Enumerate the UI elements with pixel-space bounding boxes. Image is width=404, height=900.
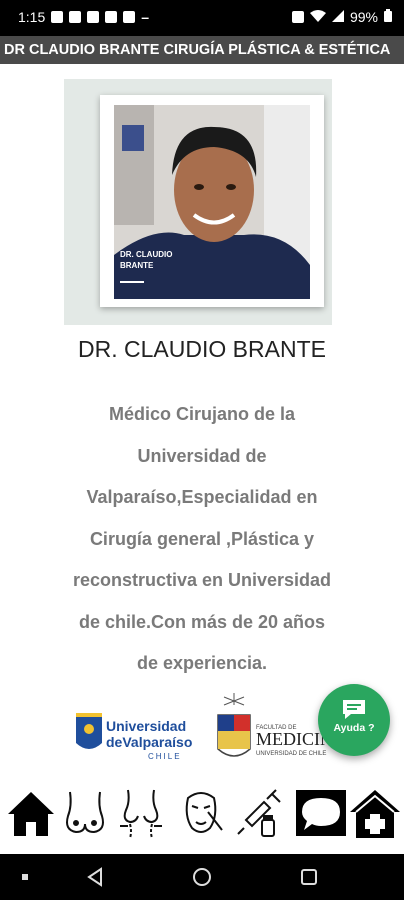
doctor-name: DR. CLAUDIO BRANTE: [78, 336, 326, 362]
breast-icon[interactable]: [58, 786, 112, 840]
med-logo-sub: UNIVERSIDAD DE CHILE: [256, 751, 326, 757]
home-nav-icon[interactable]: [192, 867, 212, 887]
face-icon[interactable]: [174, 786, 228, 840]
bio-line: de experiencia.: [136, 653, 268, 673]
status-bar: 1:15 – 99%: [0, 0, 404, 36]
syringe-icon[interactable]: [234, 786, 288, 840]
notification-icon: [69, 11, 82, 23]
uv-logo-line3: CHILE: [148, 752, 182, 761]
bio-line: Universidad de: [137, 445, 267, 466]
app-title: DR CLAUDIO BRANTE CIRUGÍA PLÁSTICA & EST…: [4, 42, 391, 58]
chat-bubble-icon: [343, 700, 365, 719]
bio-line: Cirugía general ,Plástica y: [89, 528, 315, 549]
more-notifications-icon: –: [141, 9, 150, 25]
notification-icon: [123, 11, 136, 23]
chat-icon[interactable]: [294, 786, 348, 840]
bio-line: de chile.Con más de 20 años: [78, 611, 326, 632]
main-content[interactable]: DR. CLAUDIO BRANTE DR. CLAUDIO BRANTE Mé…: [0, 64, 404, 774]
app-title-bar: DR CLAUDIO BRANTE CIRUGÍA PLÁSTICA & EST…: [0, 36, 404, 64]
notification-icon: [87, 11, 100, 23]
battery-icon: [384, 9, 392, 25]
notification-icon: [105, 11, 118, 23]
doctor-bio: Médico Cirujano de la Universidad de Val…: [62, 394, 342, 685]
alarm-icon: [291, 11, 304, 23]
doctor-photo: DR. CLAUDIO BRANTE: [114, 105, 310, 299]
clinic-icon[interactable]: [348, 786, 402, 840]
recents-icon[interactable]: [300, 868, 318, 886]
back-icon[interactable]: [86, 867, 104, 887]
bio-line: Médico Cirujano de la: [108, 404, 296, 424]
help-button-label: Ayuda ?: [333, 722, 375, 734]
doctor-photo-frame: DR. CLAUDIO BRANTE: [64, 79, 332, 325]
menu-dot-icon: [22, 874, 28, 880]
bio-line: reconstructiva en Universidad: [72, 570, 332, 590]
notification-icon: [51, 11, 64, 23]
universidad-valparaiso-logo: Universidad deValparaíso CHILE: [72, 709, 192, 771]
help-button[interactable]: Ayuda ?: [318, 684, 390, 756]
photo-caption-line1: DR. CLAUDIO: [120, 250, 172, 259]
uv-logo-line1: Universidad: [106, 718, 186, 734]
body-contour-icon[interactable]: [114, 786, 168, 840]
status-time: 1:15: [18, 9, 46, 25]
system-navigation-bar: [0, 854, 404, 900]
bottom-navigation: [0, 774, 404, 854]
uv-logo-line2: deValparaíso: [106, 734, 192, 750]
signal-icon: [331, 9, 344, 25]
doctor-photo-card: DR. CLAUDIO BRANTE: [100, 95, 324, 307]
wifi-icon: [309, 9, 326, 25]
bio-line: Valparaíso,Especialidad en: [86, 487, 318, 507]
photo-caption-line2: BRANTE: [120, 261, 154, 270]
battery-level: 99%: [349, 9, 378, 25]
home-icon[interactable]: [4, 786, 58, 840]
